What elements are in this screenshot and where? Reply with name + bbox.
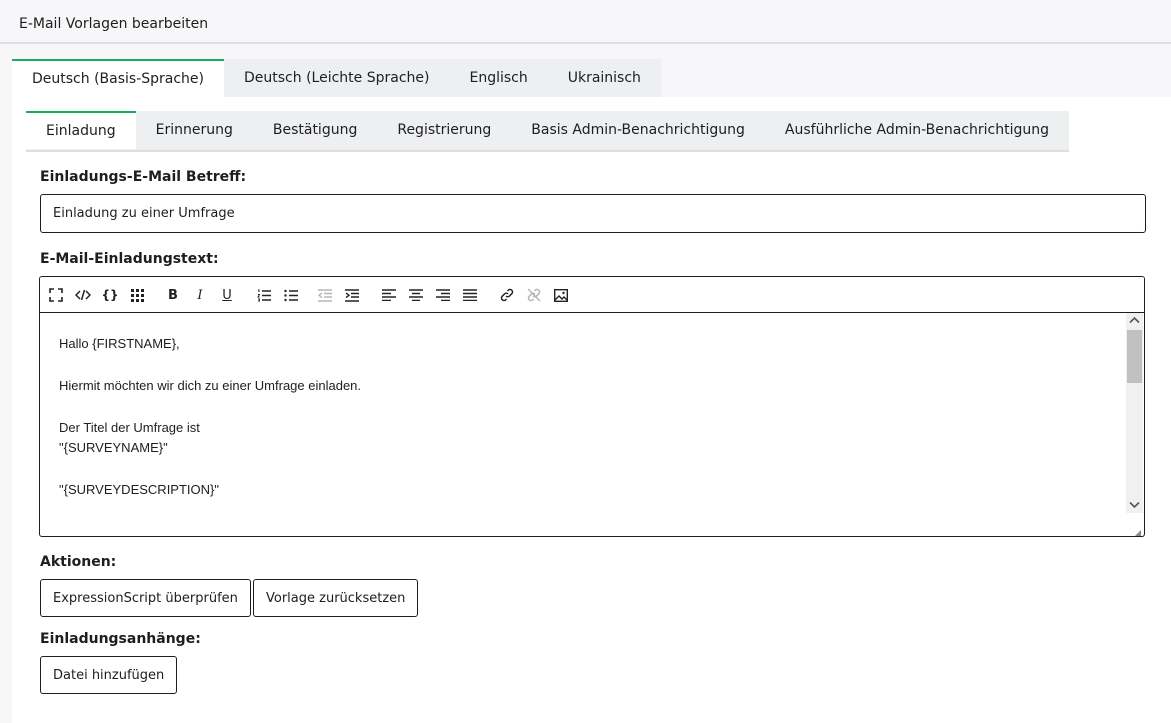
body-line: "{SURVEYNAME}" bbox=[59, 440, 168, 455]
attachments-label: Einladungsanhänge: bbox=[40, 631, 201, 647]
reset-template-button[interactable]: Vorlage zurücksetzen bbox=[253, 579, 419, 617]
tab-deutsch-basis[interactable]: Deutsch (Basis-Sprache) bbox=[12, 59, 224, 97]
align-center-icon[interactable] bbox=[407, 286, 425, 304]
body-line: Hallo {FIRSTNAME}, bbox=[59, 336, 180, 351]
tab-deutsch-leichte-sprache[interactable]: Deutsch (Leichte Sprache) bbox=[224, 59, 449, 97]
outdent-icon[interactable] bbox=[316, 286, 334, 304]
template-type-tabs: Einladung Erinnerung Bestätigung Registr… bbox=[26, 111, 1070, 152]
scroll-up-icon[interactable] bbox=[1129, 316, 1140, 325]
indent-icon[interactable] bbox=[343, 286, 361, 304]
language-tabs: Deutsch (Basis-Sprache) Deutsch (Leichte… bbox=[12, 59, 661, 99]
subject-input[interactable] bbox=[40, 194, 1146, 233]
editor-content[interactable]: Hallo {FIRSTNAME}, Hiermit möchten wir d… bbox=[40, 313, 1126, 536]
page-title: E-Mail Vorlagen bearbeiten bbox=[19, 16, 209, 32]
tab-erinnerung[interactable]: Erinnerung bbox=[136, 111, 253, 149]
tab-ausfuehrliche-admin-benachrichtigung[interactable]: Ausführliche Admin-Benachrichtigung bbox=[765, 111, 1069, 149]
editor-toolbar: {} B I U bbox=[40, 277, 1144, 313]
numbered-list-icon[interactable] bbox=[255, 286, 273, 304]
editor-scrollbar[interactable] bbox=[1126, 313, 1143, 513]
unlink-icon[interactable] bbox=[525, 286, 543, 304]
resize-handle-icon[interactable] bbox=[1132, 524, 1141, 536]
page-header: E-Mail Vorlagen bearbeiten bbox=[0, 0, 1171, 44]
body-label: E-Mail-Einladungstext: bbox=[40, 251, 219, 267]
body-line: Hiermit möchten wir dich zu einer Umfrag… bbox=[59, 378, 362, 393]
expression-icon[interactable]: {} bbox=[101, 286, 119, 304]
email-body-editor[interactable]: {} B I U Hallo {FIRSTNAME}, Hiermit möch… bbox=[39, 276, 1145, 537]
source-code-icon[interactable] bbox=[74, 286, 92, 304]
tab-einladung[interactable]: Einladung bbox=[26, 111, 136, 149]
add-file-button[interactable]: Datei hinzufügen bbox=[40, 656, 178, 694]
bulleted-list-icon[interactable] bbox=[282, 286, 300, 304]
check-expressionscript-button[interactable]: ExpressionScript überprüfen bbox=[40, 579, 251, 617]
body-line: Der Titel der Umfrage ist bbox=[59, 420, 200, 435]
underline-icon[interactable]: U bbox=[218, 286, 236, 304]
tab-registrierung[interactable]: Registrierung bbox=[377, 111, 511, 149]
tab-bestaetigung[interactable]: Bestätigung bbox=[253, 111, 377, 149]
image-icon[interactable] bbox=[552, 286, 570, 304]
scroll-thumb[interactable] bbox=[1127, 330, 1142, 383]
tab-ukrainisch[interactable]: Ukrainisch bbox=[548, 59, 661, 97]
link-icon[interactable] bbox=[498, 286, 516, 304]
align-right-icon[interactable] bbox=[434, 286, 452, 304]
italic-icon[interactable]: I bbox=[191, 286, 209, 304]
actions-label: Aktionen: bbox=[40, 554, 117, 570]
justify-icon[interactable] bbox=[461, 286, 479, 304]
placeholder-grid-icon[interactable] bbox=[128, 286, 146, 304]
bold-icon[interactable]: B bbox=[164, 286, 182, 304]
scroll-down-icon[interactable] bbox=[1129, 501, 1140, 510]
align-left-icon[interactable] bbox=[380, 286, 398, 304]
tab-basis-admin-benachrichtigung[interactable]: Basis Admin-Benachrichtigung bbox=[511, 111, 765, 149]
subject-label: Einladungs-E-Mail Betreff: bbox=[40, 169, 247, 185]
template-panel: Einladung Erinnerung Bestätigung Registr… bbox=[12, 97, 1171, 723]
body-line: "{SURVEYDESCRIPTION}" bbox=[59, 482, 219, 497]
fullscreen-icon[interactable] bbox=[47, 286, 65, 304]
tab-englisch[interactable]: Englisch bbox=[449, 59, 547, 97]
